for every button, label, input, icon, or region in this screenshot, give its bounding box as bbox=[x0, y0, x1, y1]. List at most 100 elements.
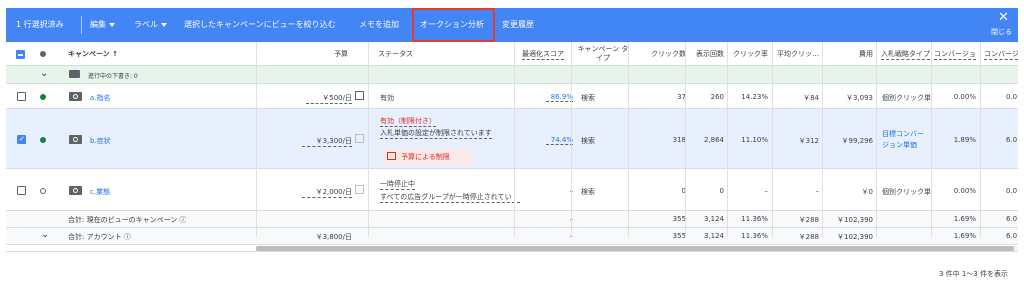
paused-status-icon bbox=[40, 188, 46, 194]
total-clicks: 355 bbox=[672, 215, 686, 223]
label-label: ラベル bbox=[134, 20, 158, 29]
total-view-text: 合計: 現在のビューのキャンペーン bbox=[68, 216, 178, 224]
column-divider bbox=[822, 42, 823, 237]
budget-value[interactable]: ￥500/日 bbox=[306, 93, 352, 104]
cost-value: ￥3,093 bbox=[845, 94, 873, 102]
budget-value[interactable]: ￥3,300/日 bbox=[302, 136, 352, 147]
status-dot-icon bbox=[40, 51, 46, 57]
total-cost: ￥102,390 bbox=[837, 216, 873, 224]
table-row[interactable]: ✓ b.症状 ￥3,300/日 有効（制限付き） 入札単価の設定が制限されていま… bbox=[6, 109, 1018, 169]
caret-down-icon bbox=[161, 22, 167, 27]
conversions-value: 0.0 bbox=[1006, 187, 1018, 195]
select-all-checkbox[interactable] bbox=[16, 50, 25, 59]
conv-rate-value: 0.00% bbox=[953, 93, 976, 101]
opt-score-link[interactable]: 86.9% bbox=[546, 93, 573, 102]
table-header: キャンペーン ↑ 予算 ステータス 最適化スコア キャンペーン タイプ クリック… bbox=[6, 42, 1018, 66]
budget-chart-icon[interactable] bbox=[355, 91, 364, 100]
total-ctr: 11.36% bbox=[741, 232, 768, 240]
column-divider bbox=[571, 42, 572, 237]
add-memo-button[interactable]: メモを追加 bbox=[359, 8, 399, 42]
header-bid-strategy[interactable]: 入札戦略タイプ bbox=[881, 50, 930, 60]
campaign-type: 検索 bbox=[581, 137, 595, 145]
edit-menu-button[interactable]: 編集 bbox=[90, 8, 115, 42]
selected-count: 1 行選択済み bbox=[16, 20, 64, 29]
status-detail[interactable]: 入札単価の設定が制限されています bbox=[380, 128, 492, 139]
total-impressions: 3,124 bbox=[703, 232, 724, 240]
ctr-value: 14.23% bbox=[741, 93, 768, 101]
help-icon[interactable]: ⓘ bbox=[179, 216, 186, 224]
bid-strategy-link[interactable]: 目標コンバージョン単価 bbox=[882, 129, 930, 151]
status-detail[interactable]: すべての広告グループが一時停止されてい bbox=[380, 192, 520, 203]
header-status[interactable]: ステータス bbox=[378, 50, 413, 59]
expand-chevron-icon[interactable]: ⌄ bbox=[40, 68, 48, 79]
column-divider bbox=[514, 42, 515, 237]
avg-cpc-value: ￥84 bbox=[803, 94, 819, 102]
drafts-folder-row: ⌄ 進行中の下書き: 0 bbox=[6, 66, 1018, 84]
edit-label: 編集 bbox=[90, 20, 106, 29]
header-campaign[interactable]: キャンペーン ↑ bbox=[68, 50, 118, 59]
budget-limited-label: 予算による制限 bbox=[401, 153, 450, 161]
header-campaign-label: キャンペーン bbox=[68, 50, 110, 58]
campaign-type: 検索 bbox=[581, 188, 595, 196]
trend-chart-icon bbox=[387, 152, 396, 160]
help-icon[interactable]: ⓘ bbox=[124, 233, 131, 241]
total-conv-rate: 1.69% bbox=[953, 215, 976, 223]
filter-view-button[interactable]: 選択したキャンペーンにビューを絞り込む bbox=[184, 8, 336, 42]
header-budget[interactable]: 予算 bbox=[306, 50, 348, 59]
close-label[interactable]: 閉じる bbox=[991, 28, 1012, 37]
ctr-value: – bbox=[764, 187, 769, 195]
header-cost[interactable]: 費用 bbox=[836, 50, 873, 59]
header-conversions[interactable]: コンバージョ bbox=[984, 50, 1018, 60]
budget-value[interactable]: ￥2,000/日 bbox=[302, 187, 352, 198]
clicks-value: 37 bbox=[677, 93, 686, 101]
campaign-name-link[interactable]: b.症状 bbox=[90, 136, 111, 146]
column-divider bbox=[876, 42, 877, 237]
row-checkbox[interactable]: ✓ bbox=[17, 135, 26, 144]
clicks-value: 318 bbox=[672, 136, 686, 144]
column-divider bbox=[931, 42, 932, 237]
total-budget: ￥3,800/日 bbox=[315, 233, 352, 241]
table-row[interactable]: a.指名 ￥500/日 有効 86.9% 検索 37 260 14.23% ￥8… bbox=[6, 84, 1018, 109]
opt-score-link[interactable]: 74.4% bbox=[546, 136, 573, 145]
avg-cpc-value: ￥312 bbox=[798, 137, 819, 145]
budget-limited-badge[interactable]: 予算による制限 bbox=[383, 149, 471, 164]
change-history-button[interactable]: 変更履歴 bbox=[502, 8, 534, 42]
budget-chart-icon[interactable] bbox=[355, 134, 364, 143]
header-campaign-type[interactable]: キャンペーン タイプ bbox=[577, 45, 629, 63]
totals-row: 合計: 現在のビューのキャンペーン ⓘ – 355 3,124 11.36% ￥… bbox=[6, 211, 1018, 228]
folder-icon bbox=[69, 70, 80, 78]
status-text[interactable]: 一時停止中 bbox=[380, 179, 415, 190]
header-ctr[interactable]: クリック率 bbox=[730, 50, 768, 59]
close-icon[interactable]: ✕ bbox=[998, 11, 1009, 24]
toolbar-divider bbox=[81, 16, 82, 34]
total-avg-cpc: ￥288 bbox=[798, 216, 819, 224]
impressions-value: 260 bbox=[710, 93, 724, 101]
header-impressions[interactable]: 表示回数 bbox=[686, 50, 724, 59]
header-opt-score[interactable]: 最適化スコア bbox=[522, 50, 564, 60]
table-row[interactable]: c.業態 ￥2,000/日 一時停止中 すべての広告グループが一時停止されてい … bbox=[6, 169, 1018, 211]
budget-chart-icon[interactable] bbox=[355, 185, 364, 194]
avg-cpc-value: – bbox=[815, 187, 820, 195]
header-clicks[interactable]: クリック数 bbox=[632, 50, 686, 59]
header-conversion-rate[interactable]: コンバージョ bbox=[934, 50, 976, 60]
campaign-name-link[interactable]: c.業態 bbox=[90, 187, 110, 197]
impressions-value: 2,864 bbox=[703, 136, 724, 144]
row-checkbox[interactable] bbox=[17, 186, 26, 195]
totals-row: ⌄ 合計: アカウント ⓘ ￥3,800/日 – 355 3,124 11.36… bbox=[6, 228, 1018, 245]
total-impressions: 3,124 bbox=[703, 215, 724, 223]
bid-strategy: 個別クリック単価 bbox=[882, 94, 931, 102]
cost-value: ￥0 bbox=[861, 188, 873, 196]
row-checkbox[interactable] bbox=[17, 92, 26, 101]
header-avg-cpc[interactable]: 平均クリッ… bbox=[773, 50, 819, 59]
cost-value: ￥99,296 bbox=[841, 137, 874, 145]
total-opt: – bbox=[546, 232, 574, 240]
expand-chevron-icon[interactable]: ⌄ bbox=[41, 229, 49, 240]
enabled-status-icon bbox=[40, 94, 46, 100]
column-divider bbox=[256, 42, 257, 237]
conv-rate-value: 0.00% bbox=[953, 187, 976, 195]
column-divider bbox=[368, 42, 369, 237]
label-menu-button[interactable]: ラベル bbox=[134, 8, 167, 42]
total-account-label: 合計: アカウント ⓘ bbox=[68, 232, 131, 242]
status-text[interactable]: 有効（制限付き） bbox=[380, 116, 436, 127]
campaign-name-link[interactable]: a.指名 bbox=[90, 93, 111, 103]
